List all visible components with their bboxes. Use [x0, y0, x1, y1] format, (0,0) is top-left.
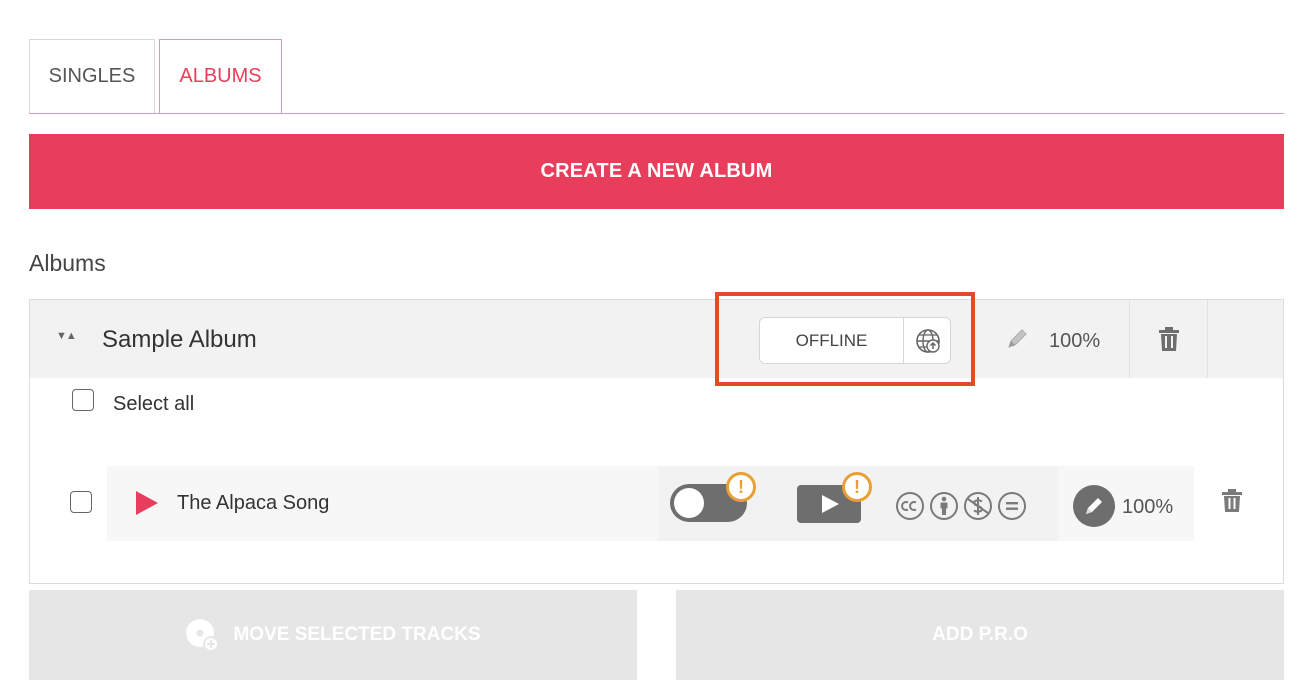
globe-upload-icon[interactable] — [905, 318, 950, 363]
album-title: Sample Album — [102, 326, 257, 353]
warning-icon[interactable]: ! — [842, 472, 872, 502]
sort-arrows-icon[interactable]: ▼▲ — [56, 330, 77, 342]
cc-icon[interactable] — [894, 490, 926, 522]
attribution-icon[interactable] — [928, 490, 960, 522]
select-all-label: Select all — [113, 393, 195, 415]
track-title: The Alpaca Song — [177, 492, 330, 514]
play-icon[interactable] — [133, 490, 159, 516]
album-status-control: OFFLINE — [759, 317, 951, 364]
select-all-checkbox[interactable] — [72, 389, 94, 411]
album-panel: ▼▲ Sample Album OFFLINE 100% Select all … — [29, 299, 1284, 584]
album-edit-icon[interactable] — [1002, 324, 1032, 354]
tab-bar: SINGLES ALBUMS — [29, 39, 1284, 114]
albums-heading: Albums — [29, 250, 106, 276]
tab-singles[interactable]: SINGLES — [29, 39, 155, 113]
license-icons — [894, 490, 1028, 524]
album-trash-icon[interactable] — [1154, 324, 1184, 354]
disc-add-icon — [186, 619, 220, 652]
add-pro-label: ADD P.R.O — [932, 624, 1028, 645]
track-percent: 100% — [1122, 496, 1174, 518]
album-status-label[interactable]: OFFLINE — [760, 318, 904, 363]
track-edit-icon[interactable] — [1073, 485, 1115, 527]
track-checkbox[interactable] — [70, 491, 92, 513]
tab-albums[interactable]: ALBUMS — [159, 39, 282, 113]
album-header: ▼▲ Sample Album OFFLINE 100% — [30, 300, 1283, 378]
create-album-button[interactable]: CREATE A NEW ALBUM — [29, 134, 1284, 209]
no-derivatives-icon[interactable] — [996, 490, 1028, 522]
warning-icon[interactable]: ! — [726, 472, 756, 502]
album-percent: 100% — [1049, 330, 1101, 352]
toggle-knob — [674, 488, 704, 518]
divider — [1129, 300, 1130, 378]
add-pro-button[interactable]: ADD P.R.O — [676, 590, 1284, 680]
track-row: The Alpaca Song ! ! 100% — [107, 466, 1194, 541]
track-trash-icon[interactable] — [1220, 488, 1244, 514]
non-commercial-icon[interactable] — [962, 490, 994, 522]
move-selected-tracks-label: MOVE SELECTED TRACKS — [233, 624, 481, 645]
move-selected-tracks-button[interactable]: MOVE SELECTED TRACKS — [29, 590, 637, 680]
divider — [1207, 300, 1208, 378]
